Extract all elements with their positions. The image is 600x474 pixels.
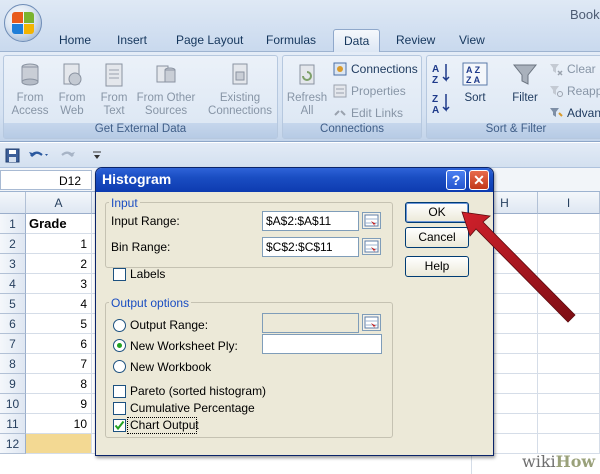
watermark-wiki: wiki [522,452,556,471]
watermark-how: How [555,452,596,471]
pointer-arrow-icon [461,211,576,323]
wikihow-watermark: wikiHow [522,452,595,471]
